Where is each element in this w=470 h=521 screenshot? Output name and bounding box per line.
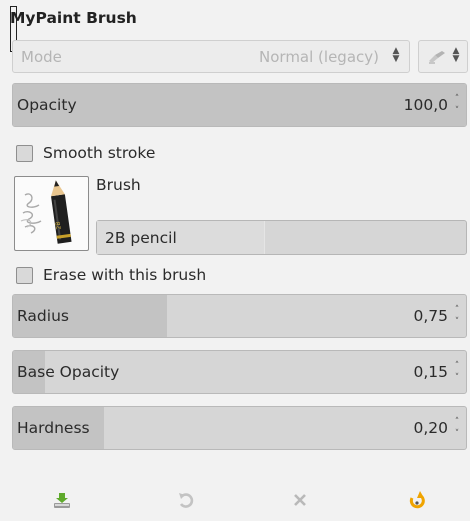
base-opacity-spin-arrows[interactable]: ˄ ˅: [452, 360, 462, 384]
opacity-slider[interactable]: Opacity 100,0 ˄ ˅: [12, 83, 467, 127]
spin-up-icon[interactable]: ˄: [452, 304, 462, 316]
spin-up-icon[interactable]: ˄: [452, 93, 462, 105]
brush-name-field[interactable]: 2B pencil: [96, 220, 467, 255]
undo-icon: [179, 493, 194, 508]
mode-row: Mode Normal (legacy) ▲ ▼ ▲ ▼: [12, 40, 468, 74]
paint-mode-select[interactable]: ▲ ▼: [418, 40, 468, 73]
spin-down-icon[interactable]: ˅: [452, 372, 462, 384]
mode-value: Normal (legacy): [259, 48, 379, 66]
erase-checkbox[interactable]: [16, 266, 33, 284]
combo-arrows-icon: ▲ ▼: [392, 46, 400, 64]
smooth-stroke-checkbox[interactable]: [16, 144, 33, 162]
mode-label: Mode: [21, 48, 62, 66]
delete-options-button[interactable]: [280, 482, 320, 518]
restore-options-button[interactable]: [166, 482, 206, 518]
opacity-spin-arrows[interactable]: ˄ ˅: [452, 93, 462, 117]
spin-down-icon[interactable]: ˅: [452, 316, 462, 328]
smooth-stroke-label: Smooth stroke: [43, 144, 156, 162]
base-opacity-label: Base Opacity: [17, 363, 120, 381]
reset-options-button[interactable]: [397, 482, 437, 518]
save-options-button[interactable]: [42, 482, 82, 518]
close-icon: [294, 494, 306, 506]
opacity-fill: [13, 84, 466, 126]
smooth-stroke-row[interactable]: Smooth stroke: [16, 141, 155, 165]
erase-label: Erase with this brush: [43, 266, 207, 284]
opacity-value: 100,0: [403, 96, 448, 114]
hardness-label: Hardness: [17, 419, 90, 437]
hardness-slider[interactable]: Hardness 0,20 ˄ ˅: [12, 406, 467, 450]
spin-down-icon[interactable]: ˅: [452, 428, 462, 440]
brush-mode-icon: [429, 51, 445, 64]
mode-select[interactable]: Mode Normal (legacy) ▲ ▼: [12, 40, 410, 73]
opacity-label: Opacity: [17, 96, 77, 114]
base-opacity-value: 0,15: [413, 363, 448, 381]
spin-up-icon[interactable]: ˄: [452, 360, 462, 372]
spin-up-icon[interactable]: ˄: [452, 416, 462, 428]
brush-caption: Brush: [96, 176, 141, 194]
reset-icon: [409, 491, 425, 509]
brush-name: 2B pencil: [105, 229, 177, 247]
svg-text:2B: 2B: [55, 221, 63, 230]
radius-spin-arrows[interactable]: ˄ ˅: [452, 304, 462, 328]
panel-title: MyPaint Brush: [10, 9, 137, 27]
hardness-spin-arrows[interactable]: ˄ ˅: [452, 416, 462, 440]
pencil-brush-icon: 2B: [20, 180, 72, 244]
base-opacity-slider[interactable]: Base Opacity 0,15 ˄ ˅: [12, 350, 467, 394]
combo-arrows-icon: ▲ ▼: [452, 46, 460, 64]
radius-value: 0,75: [413, 307, 448, 325]
erase-row[interactable]: Erase with this brush: [16, 263, 206, 287]
spin-down-icon[interactable]: ˅: [452, 105, 462, 117]
radius-slider[interactable]: Radius 0,75 ˄ ˅: [12, 294, 467, 338]
radius-label: Radius: [17, 307, 69, 325]
brush-preview-button[interactable]: 2B: [14, 176, 89, 251]
hardness-value: 0,20: [413, 419, 448, 437]
import-icon: [54, 493, 70, 508]
tool-options-button-bar: [0, 482, 470, 520]
